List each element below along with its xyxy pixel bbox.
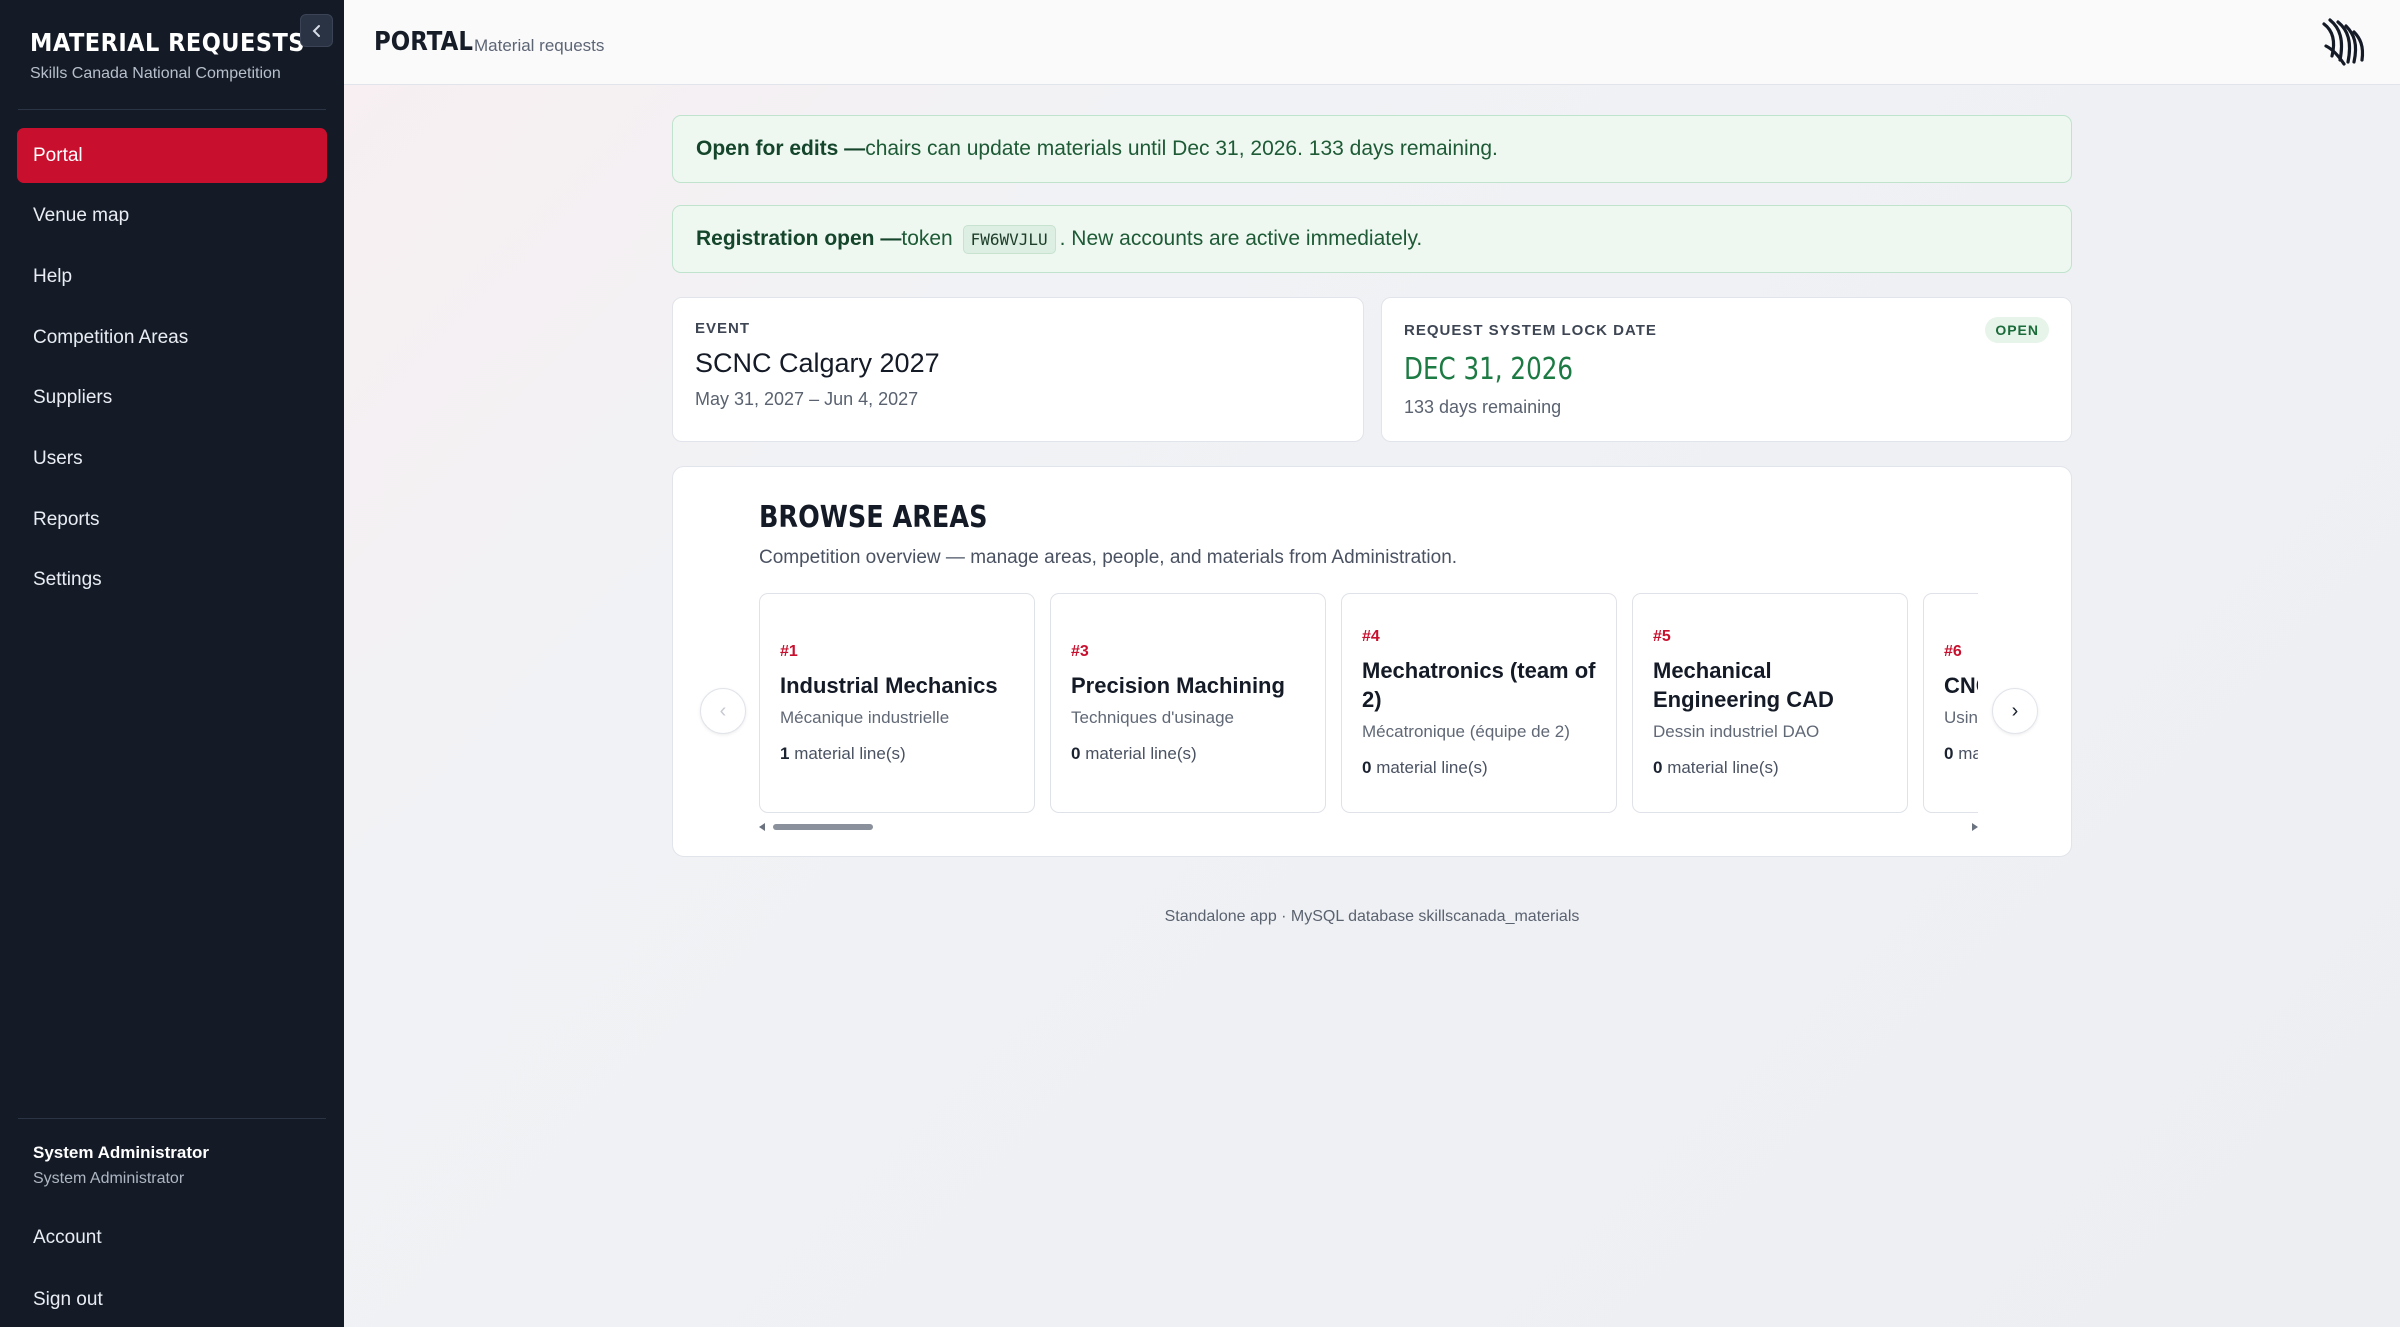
event-card: EVENT SCNC Calgary 2027 May 31, 2027 – J…: [672, 297, 1364, 442]
scrollbar-thumb[interactable]: [773, 824, 873, 830]
page-title: PORTAL: [374, 27, 473, 57]
area-material-lines: 0 material line(s): [1944, 744, 1978, 764]
area-lines-suffix: material line(s): [1080, 743, 1197, 763]
sidebar-divider-bottom: [18, 1118, 326, 1119]
sign-out-link[interactable]: Sign out: [33, 1289, 103, 1311]
browse-areas-subtitle: Competition overview — manage areas, peo…: [759, 547, 1458, 568]
area-name: Industrial Mechanics: [780, 672, 998, 698]
area-material-lines: 0 material line(s): [1362, 758, 1596, 778]
registration-banner-text: token: [901, 227, 953, 250]
lock-date-label: REQUEST SYSTEM LOCK DATE: [1404, 322, 1657, 339]
area-card-3[interactable]: #3 Precision Machining Techniques d'usin…: [1050, 593, 1326, 813]
areas-carousel[interactable]: #1 Industrial Mechanics Mécanique indust…: [759, 593, 1978, 813]
areas-track: #1 Industrial Mechanics Mécanique indust…: [759, 593, 1978, 813]
area-number: #1: [780, 642, 798, 660]
chevron-left-icon: [312, 24, 320, 37]
area-lines-suffix: material line(s): [1958, 743, 1978, 763]
user-name: System Administrator: [33, 1143, 210, 1162]
area-name-fr: Mécatronique (équipe de 2): [1362, 722, 1570, 741]
brand-subtitle: Skills Canada National Competition: [30, 65, 281, 82]
area-number: #5: [1653, 628, 1671, 645]
sidebar-item-portal[interactable]: Portal: [17, 128, 327, 183]
footer-text: Standalone app · MySQL database skillsca…: [1164, 908, 1580, 925]
sidebar-item-suppliers[interactable]: Suppliers: [17, 371, 327, 426]
area-material-lines: 1 material line(s): [780, 744, 1014, 764]
scroll-right-arrow-icon[interactable]: [1972, 823, 1978, 831]
sidebar-item-competition-areas[interactable]: Competition Areas: [17, 310, 327, 365]
area-card-4[interactable]: #4 Mechatronics (team of 2) Mécatronique…: [1341, 593, 1617, 813]
page-subtitle: Material requests: [474, 36, 605, 55]
sidebar-item-users[interactable]: Users: [17, 431, 327, 486]
status-badge: OPEN: [1985, 317, 2049, 343]
area-number: #6: [1944, 642, 1962, 660]
user-info: System Administrator System Administrato…: [33, 1143, 209, 1188]
edits-banner: Open for edits — chairs can update mater…: [672, 115, 2072, 183]
edits-banner-strong: Open for edits —: [696, 137, 866, 160]
area-number: #4: [1362, 628, 1380, 645]
sidebar: MATERIAL REQUESTS Skills Canada National…: [0, 0, 344, 1327]
carousel-scrollbar[interactable]: [759, 822, 1978, 832]
chevron-right-icon: ›: [2011, 699, 2019, 722]
sidebar-nav: Portal Venue map Help Competition Areas …: [17, 128, 327, 614]
area-card-1[interactable]: #1 Industrial Mechanics Mécanique indust…: [759, 593, 1035, 813]
browse-areas-panel: BROWSE AREAS Competition overview — mana…: [672, 466, 2072, 857]
lock-days-remaining: 133 days remaining: [1404, 397, 1562, 417]
area-name: Mechanical Engineering CAD: [1653, 658, 1834, 712]
sidebar-divider: [18, 109, 326, 110]
chevron-left-icon: ‹: [719, 699, 727, 722]
area-lines-suffix: material line(s): [789, 743, 906, 763]
area-card-5[interactable]: #5 Mechanical Engineering CAD Dessin ind…: [1632, 593, 1908, 813]
sidebar-item-reports[interactable]: Reports: [17, 492, 327, 547]
user-role: System Administrator: [33, 1170, 185, 1187]
lock-date-value: DEC 31, 2026: [1404, 352, 1574, 387]
area-name-fr: Dessin industriel DAO: [1653, 722, 1820, 741]
sidebar-item-settings[interactable]: Settings: [17, 553, 327, 608]
registration-banner: Registration open — token FW6WVJLU. New …: [672, 205, 2072, 273]
lock-date-card: REQUEST SYSTEM LOCK DATE OPEN DEC 31, 20…: [1381, 297, 2072, 442]
area-lines-suffix: material line(s): [1371, 758, 1488, 777]
area-lines-suffix: material line(s): [1662, 758, 1779, 777]
edits-banner-text: chairs can update materials until Dec 31…: [865, 137, 1498, 160]
registration-token: FW6WVJLU: [962, 224, 1056, 254]
registration-banner-text-after: . New accounts are active immediately.: [1059, 227, 1423, 250]
event-label: EVENT: [695, 320, 751, 337]
area-name-fr: Techniques d'usinage: [1071, 707, 1234, 727]
area-card-6[interactable]: #6 CNC Machining Usinage CNC 0 material …: [1923, 593, 1978, 813]
skills-canada-logo-icon[interactable]: [2318, 16, 2368, 68]
area-number: #3: [1071, 642, 1089, 660]
event-name: SCNC Calgary 2027: [695, 348, 940, 378]
scroll-left-arrow-icon[interactable]: [759, 823, 765, 831]
top-bar: PORTAL Material requests: [344, 0, 2400, 85]
sidebar-item-venue-map[interactable]: Venue map: [17, 189, 327, 244]
area-name-fr: Mécanique industrielle: [780, 707, 950, 727]
area-name: Precision Machining: [1071, 672, 1285, 698]
browse-areas-title: BROWSE AREAS: [759, 500, 988, 535]
event-dates: May 31, 2027 – Jun 4, 2027: [695, 389, 919, 409]
collapse-sidebar-button[interactable]: [300, 14, 333, 47]
area-name: CNC Machining: [1944, 672, 1978, 698]
sidebar-item-help[interactable]: Help: [17, 249, 327, 304]
area-name: Mechatronics (team of 2): [1362, 658, 1596, 712]
account-link[interactable]: Account: [33, 1227, 102, 1249]
brand: MATERIAL REQUESTS Skills Canada National…: [30, 28, 335, 83]
carousel-prev-button[interactable]: ‹: [700, 688, 746, 734]
carousel-next-button[interactable]: ›: [1992, 688, 2038, 734]
area-name-fr: Usinage CNC: [1944, 707, 1978, 727]
area-material-lines: 0 material line(s): [1653, 758, 1887, 778]
brand-title: MATERIAL REQUESTS: [30, 28, 305, 57]
registration-banner-strong: Registration open —: [696, 227, 902, 250]
area-material-lines: 0 material line(s): [1071, 744, 1305, 764]
